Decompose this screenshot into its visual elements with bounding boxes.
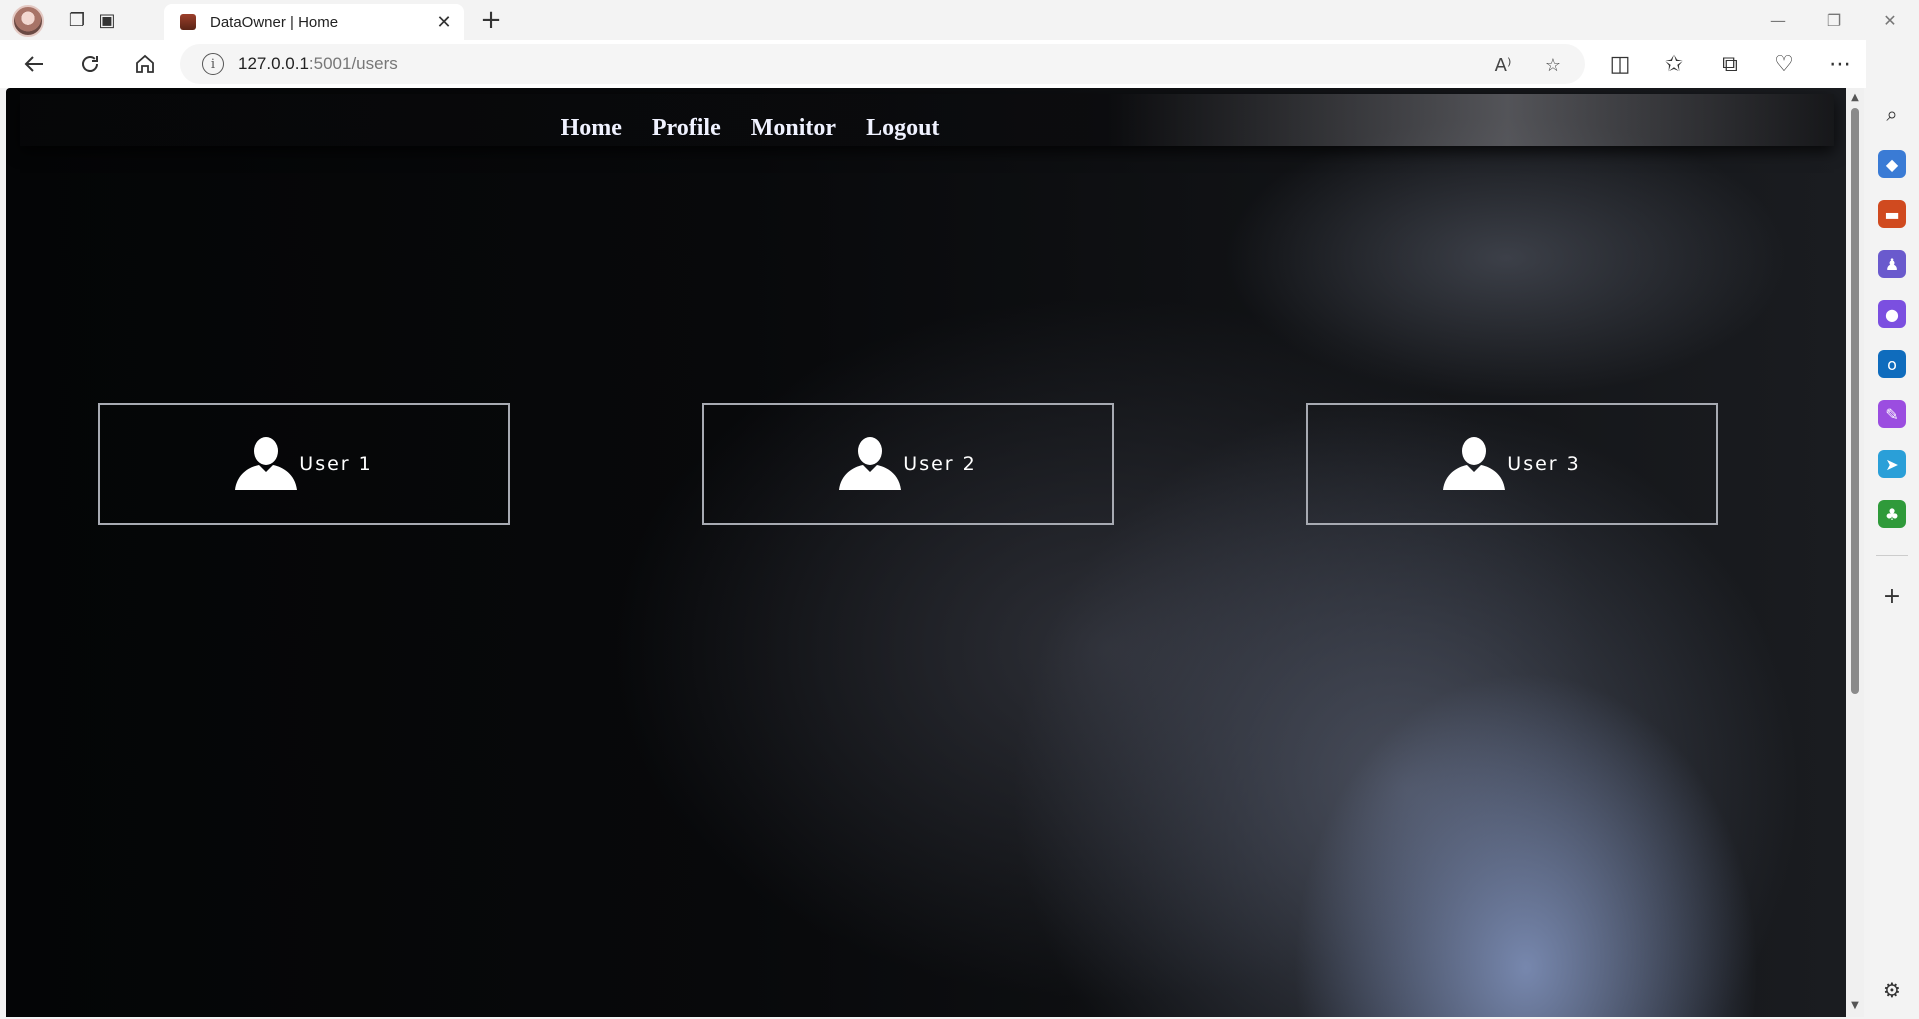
home-icon[interactable]: [127, 46, 163, 82]
user-card-3[interactable]: User 3: [1306, 403, 1718, 525]
user-card-label: User 1: [299, 453, 373, 475]
site-navigation: Home Profile Monitor Logout: [20, 94, 1834, 146]
tree-icon[interactable]: ♣: [1878, 500, 1906, 528]
search-icon[interactable]: ⌕: [1878, 100, 1906, 128]
minimize-button[interactable]: —: [1750, 0, 1806, 40]
user-card-label: User 2: [903, 453, 977, 475]
shopping-tag-icon[interactable]: ◆: [1878, 150, 1906, 178]
star-icon[interactable]: ☆: [1540, 52, 1566, 78]
refresh-icon[interactable]: [72, 46, 108, 82]
tab-close-icon[interactable]: ✕: [430, 12, 458, 33]
page-viewport: Home Profile Monitor Logout User 1 User …: [6, 88, 1846, 1017]
games-icon[interactable]: ♟: [1878, 250, 1906, 278]
split-screen-icon[interactable]: ◫: [1602, 46, 1638, 82]
user-card-1[interactable]: User 1: [98, 403, 510, 525]
close-window-button[interactable]: ✕: [1862, 0, 1918, 40]
settings-gear-icon[interactable]: ⚙: [1878, 976, 1906, 1004]
tab-title: DataOwner | Home: [210, 13, 339, 31]
browser-essentials-icon[interactable]: ♡: [1766, 46, 1802, 82]
back-arrow-icon[interactable]: [16, 46, 52, 82]
profile-avatar[interactable]: [12, 5, 44, 37]
tab-favicon-icon: [180, 14, 196, 30]
page-scrollbar[interactable]: ▲ ▼: [1846, 88, 1864, 1017]
microsoft-365-icon[interactable]: ●: [1878, 300, 1906, 328]
user-silhouette-icon: [235, 437, 298, 490]
user-card-label: User 3: [1507, 453, 1581, 475]
url-text[interactable]: 127.0.0.1:5001/users: [238, 54, 398, 74]
nav-profile-link[interactable]: Profile: [652, 115, 721, 142]
nav-monitor-link[interactable]: Monitor: [751, 115, 836, 142]
sidebar-divider: [1876, 555, 1908, 556]
tools-icon[interactable]: ▬: [1878, 200, 1906, 228]
add-icon[interactable]: +: [1878, 582, 1906, 610]
read-aloud-icon[interactable]: A⁾: [1490, 52, 1516, 78]
tab-dataowner-home[interactable]: DataOwner | Home ✕: [164, 4, 464, 40]
telegram-icon[interactable]: ➤: [1878, 450, 1906, 478]
info-icon[interactable]: i: [202, 53, 224, 75]
scroll-down-arrow-icon[interactable]: ▼: [1849, 1000, 1861, 1012]
favorites-icon[interactable]: ✩: [1656, 46, 1692, 82]
nav-home-link[interactable]: Home: [561, 115, 622, 142]
outlook-icon[interactable]: o: [1878, 350, 1906, 378]
new-tab-button[interactable]: +: [474, 5, 508, 35]
scroll-up-arrow-icon[interactable]: ▲: [1849, 92, 1861, 104]
user-silhouette-icon: [1443, 437, 1506, 490]
restore-button[interactable]: ❐: [1806, 0, 1862, 40]
browser-titlebar: ❐ ▣ DataOwner | Home ✕ + — ❐ ✕: [0, 0, 1919, 40]
workspaces-icon[interactable]: ❐: [62, 6, 92, 34]
user-card-2[interactable]: User 2: [702, 403, 1114, 525]
user-silhouette-icon: [839, 437, 902, 490]
collections-icon[interactable]: ⧉: [1712, 46, 1748, 82]
vertical-tabs-icon[interactable]: ▣: [92, 6, 122, 34]
address-bar[interactable]: i 127.0.0.1:5001/users A⁾ ☆: [180, 44, 1585, 84]
edge-sidebar: ⌕ ◆ ▬ ♟ ● o ✎ ➤ ♣ + ⚙: [1866, 40, 1919, 1019]
nav-logout-link[interactable]: Logout: [866, 115, 939, 142]
more-icon[interactable]: ⋯: [1822, 46, 1858, 82]
scroll-thumb[interactable]: [1851, 108, 1859, 694]
designer-icon[interactable]: ✎: [1878, 400, 1906, 428]
browser-toolbar: i 127.0.0.1:5001/users A⁾ ☆ ◫ ✩ ⧉ ♡ ⋯: [0, 40, 1919, 88]
